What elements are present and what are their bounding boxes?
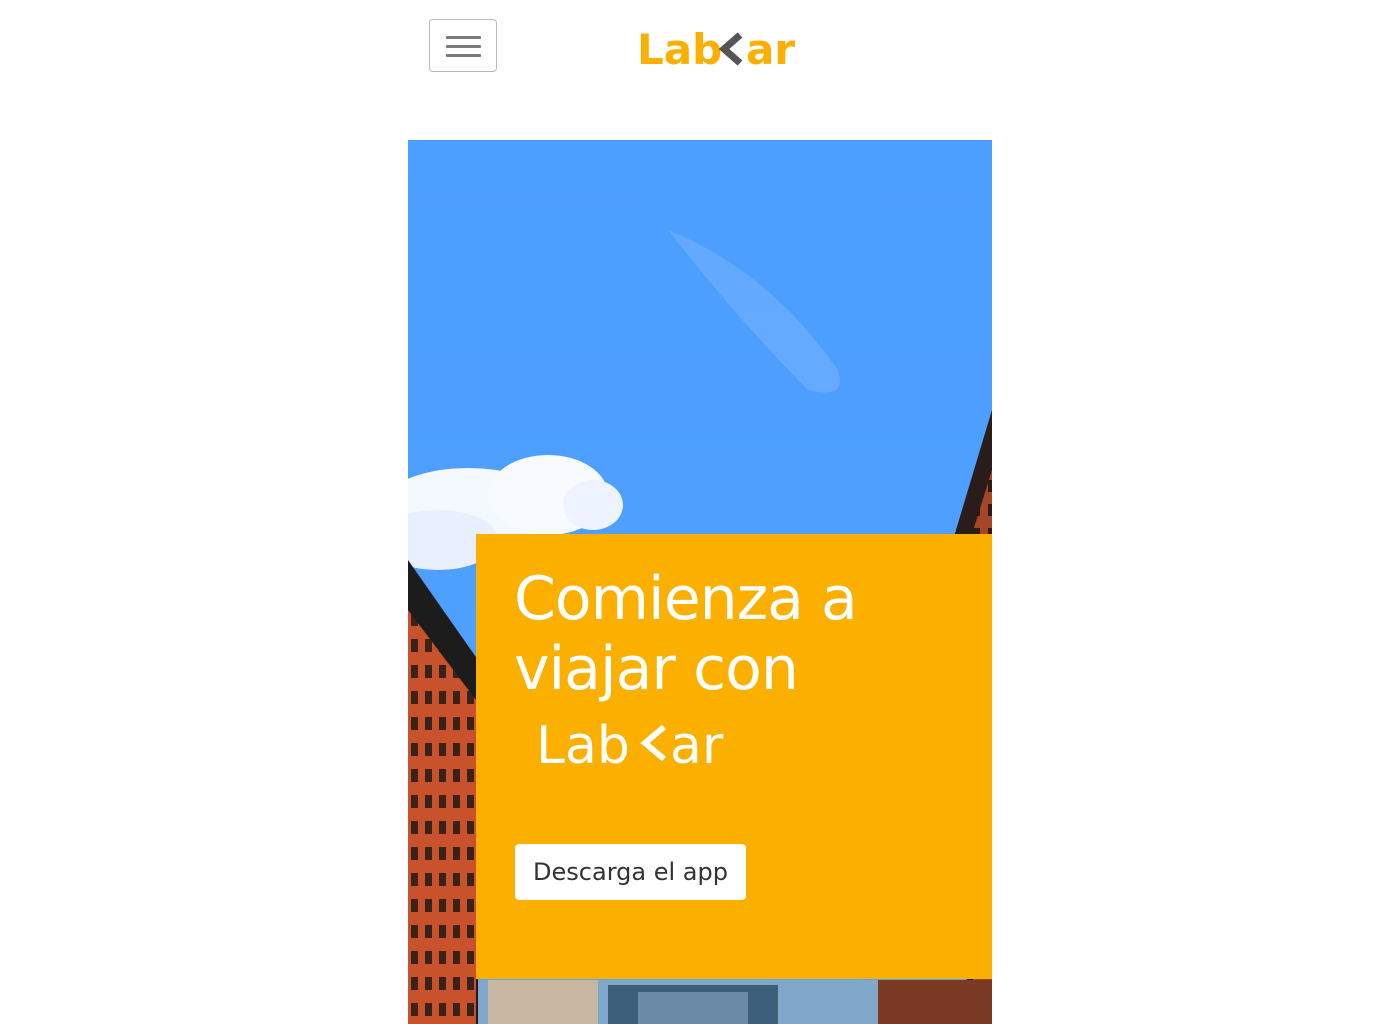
hero-title: Comienza a viajar con [514, 564, 858, 704]
svg-text:Lab: Lab [637, 25, 722, 74]
page: Lab ar Comienza a viajar con Lab ar Desc… [0, 0, 1400, 1024]
svg-text:ar: ar [746, 25, 795, 74]
hero-logo: Lab ar [536, 716, 724, 773]
svg-text:ar: ar [670, 716, 724, 773]
menu-toggle-button[interactable] [429, 19, 497, 72]
brand-logo[interactable]: Lab ar [637, 24, 799, 74]
svg-text:Lab: Lab [536, 716, 630, 773]
download-app-button[interactable]: Descarga el app [515, 844, 746, 900]
